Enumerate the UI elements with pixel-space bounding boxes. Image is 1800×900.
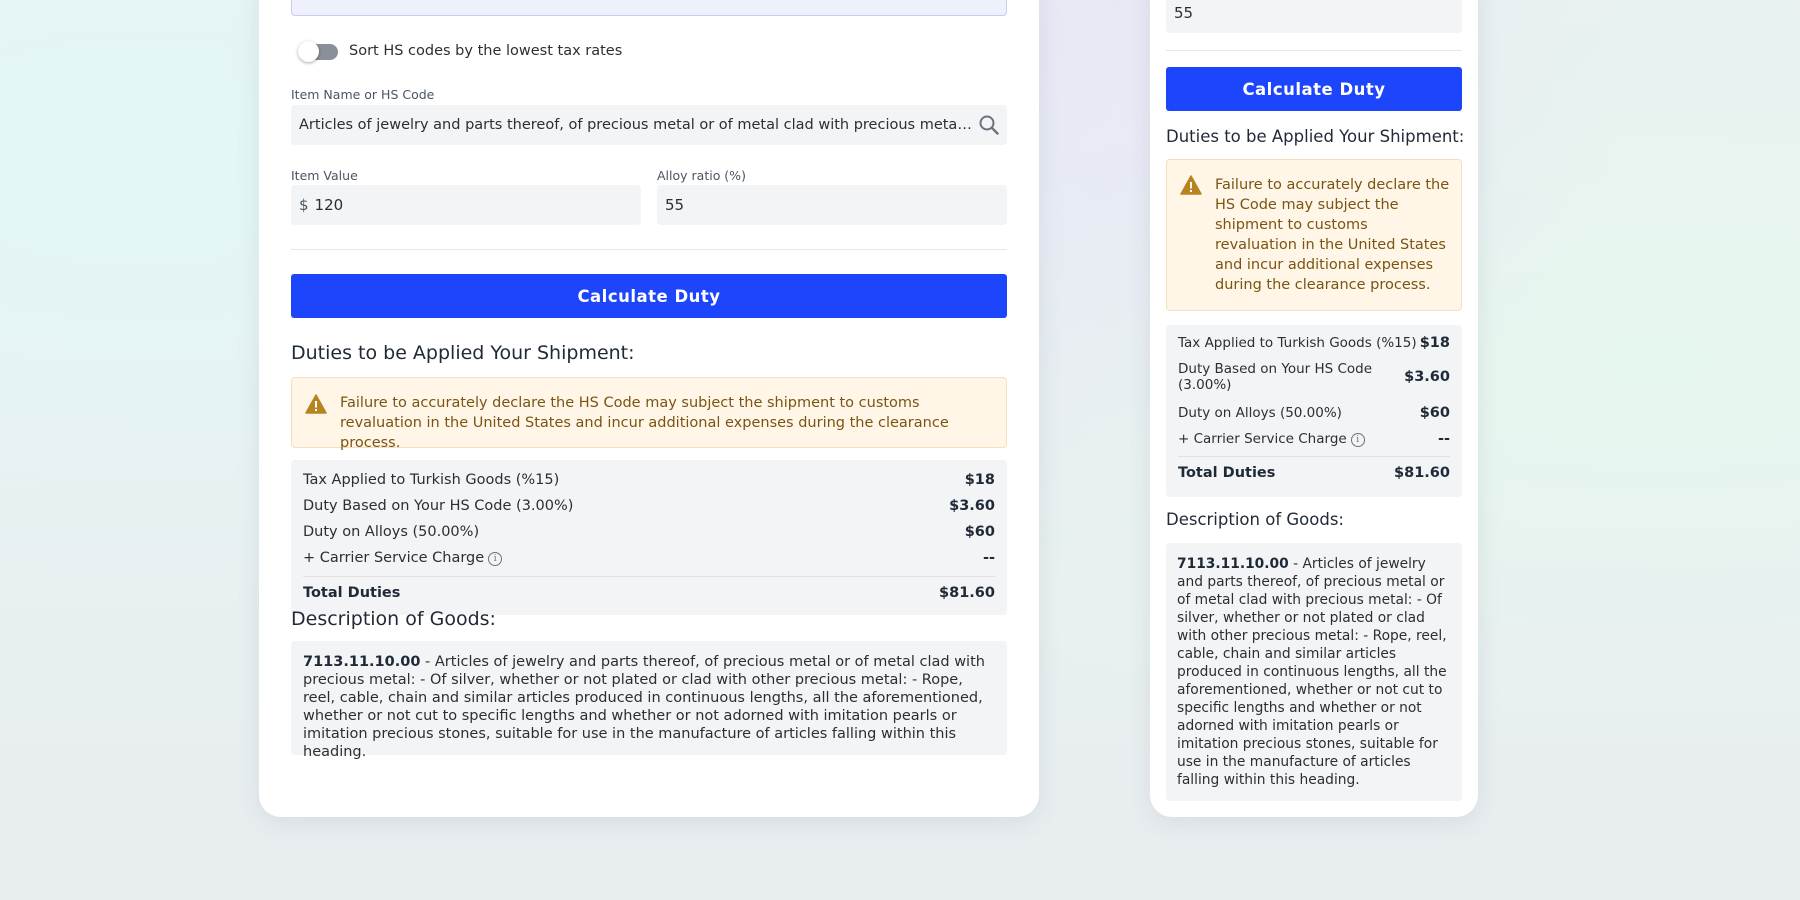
hs-code: 7113.11.10.00 — [303, 654, 421, 670]
toggle-knob — [298, 41, 319, 62]
total-duties-label: Total Duties — [303, 585, 401, 601]
calculate-duty-button[interactable]: Calculate Duty — [1166, 67, 1462, 111]
duty-label-wrap: + Carrier Service Charge i — [1178, 431, 1365, 447]
alloy-ratio-input[interactable]: 55 — [657, 185, 1007, 225]
description-title: Description of Goods: — [291, 608, 496, 630]
duties-title: Duties to be Applied Your Shipment: — [291, 342, 635, 364]
divider — [291, 249, 1007, 250]
duty-row: Tax Applied to Turkish Goods (%15) $18 — [303, 472, 995, 488]
duty-value: $18 — [964, 472, 995, 488]
alloy-ratio-value: 55 — [665, 196, 685, 214]
description-box: 7113.11.10.00 - Articles of jewelry and … — [291, 641, 1007, 760]
item-value-input[interactable]: $ 120 — [291, 185, 641, 225]
warning-box: Failure to accurately declare the HS Cod… — [1166, 159, 1462, 311]
duty-label: Duty Based on Your HS Code (3.00%) — [303, 498, 574, 514]
duty-label: Tax Applied to Turkish Goods (%15) — [303, 472, 560, 488]
duties-title: Duties to be Applied Your Shipment: — [1166, 127, 1465, 146]
total-duties-row: Total Duties $81.60 — [1178, 465, 1450, 481]
duty-value: $60 — [964, 524, 995, 540]
duty-value: $60 — [1419, 405, 1450, 421]
duty-row: Tax Applied to Turkish Goods (%15) $18 — [1178, 335, 1450, 351]
duty-row: Duty Based on Your HS Code (3.00%) $3.60 — [303, 498, 995, 514]
calculate-duty-button[interactable]: Calculate Duty — [291, 274, 1007, 318]
alloy-ratio-value: 55 — [1174, 3, 1194, 22]
total-duties-row: Total Duties $81.60 — [303, 585, 995, 601]
search-icon[interactable] — [978, 114, 1000, 140]
duty-label: + Carrier Service Charge — [303, 550, 485, 566]
duty-value: -- — [1437, 431, 1450, 447]
duty-row: Duty on Alloys (50.00%) $60 — [1178, 405, 1450, 421]
hs-code: 7113.11.10.00 — [1177, 556, 1289, 572]
warning-icon — [305, 394, 327, 420]
item-value-label: Item Value — [291, 168, 358, 183]
item-value-text: 120 — [314, 196, 344, 214]
duty-separator — [1178, 456, 1450, 457]
info-icon[interactable]: i — [488, 552, 503, 566]
description-text: - Articles of jewelry and parts thereof,… — [1177, 556, 1447, 788]
description-box: 7113.11.10.00 - Articles of jewelry and … — [1166, 543, 1462, 801]
divider — [1166, 50, 1462, 51]
sort-toggle-label: Sort HS codes by the lowest tax rates — [349, 43, 623, 59]
total-duties-value: $81.60 — [1394, 465, 1450, 481]
sort-toggle[interactable] — [298, 41, 338, 62]
alloy-ratio-input[interactable]: 55 — [1166, 0, 1462, 33]
item-search-value: Articles of jewelry and parts thereof, o… — [299, 117, 973, 133]
duty-value: -- — [982, 550, 995, 566]
total-duties-value: $81.60 — [939, 585, 995, 601]
info-icon[interactable]: i — [1350, 433, 1365, 447]
duty-label: Duty on Alloys (50.00%) — [303, 524, 480, 540]
duty-row: + Carrier Service Charge i -- — [1178, 431, 1450, 447]
warning-icon — [1180, 175, 1202, 201]
warning-text: Failure to accurately declare the HS Cod… — [1215, 177, 1450, 293]
calculator-card-desktop: Sort HS codes by the lowest tax rates It… — [259, 0, 1039, 817]
previous-field[interactable] — [291, 0, 1007, 16]
item-search-input[interactable]: Articles of jewelry and parts thereof, o… — [291, 105, 1007, 145]
duty-row: Duty Based on Your HS Code (3.00%) $3.60 — [1178, 361, 1450, 393]
item-field-label: Item Name or HS Code — [291, 87, 435, 102]
duty-label: Duty Based on Your HS Code (3.00%) — [1178, 361, 1373, 393]
duty-value: $3.60 — [1404, 369, 1450, 385]
duty-row: + Carrier Service Charge i -- — [303, 550, 995, 566]
warning-box: Failure to accurately declare the HS Cod… — [291, 377, 1007, 451]
duty-label: Tax Applied to Turkish Goods (%15) — [1178, 335, 1417, 351]
duty-label: + Carrier Service Charge — [1178, 431, 1347, 447]
duty-value: $18 — [1419, 335, 1450, 351]
duty-separator — [303, 576, 995, 577]
duty-value: $3.60 — [949, 498, 995, 514]
duties-table: Tax Applied to Turkish Goods (%15) $18 D… — [291, 460, 1007, 615]
duty-label: Duty on Alloys (50.00%) — [1178, 405, 1342, 421]
duties-table: Tax Applied to Turkish Goods (%15) $18 D… — [1166, 325, 1462, 497]
description-title: Description of Goods: — [1166, 510, 1344, 529]
total-duties-label: Total Duties — [1178, 465, 1276, 481]
duty-row: Duty on Alloys (50.00%) $60 — [303, 524, 995, 540]
currency-icon: $ — [299, 196, 309, 214]
warning-text: Failure to accurately declare the HS Cod… — [340, 395, 949, 451]
calculator-card-mobile: 55 Calculate Duty Duties to be Applied Y… — [1150, 0, 1478, 817]
duty-label-wrap: + Carrier Service Charge i — [303, 550, 503, 566]
alloy-ratio-label: Alloy ratio (%) — [657, 168, 746, 183]
